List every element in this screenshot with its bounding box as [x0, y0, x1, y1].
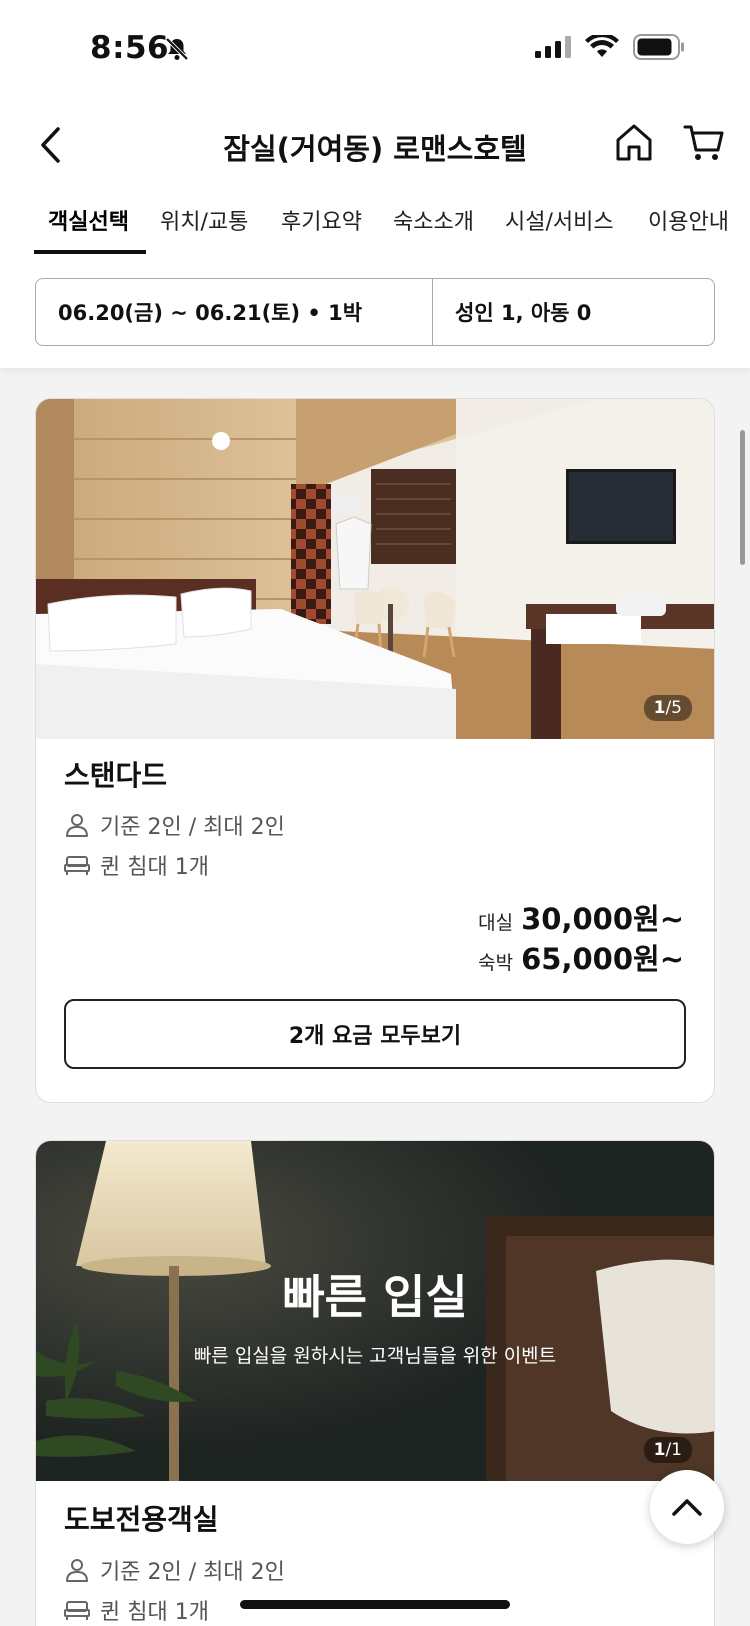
stay-price-row: 숙박 65,000원~ — [478, 936, 684, 978]
capacity-text: 기준 2인 / 최대 2인 — [100, 815, 285, 840]
tab-introduction[interactable]: 숙소소개 — [393, 204, 474, 236]
stay-label: 숙박 — [478, 952, 514, 974]
room-name: 도보전용객실 — [64, 1503, 219, 1536]
room-capacity: 기준 2인 / 최대 2인 — [64, 809, 285, 841]
tab-facilities[interactable]: 시설/서비스 — [505, 204, 614, 236]
event-subtitle: 빠른 입실을 원하시는 고객님들을 위한 이벤트 — [193, 1345, 557, 1367]
rental-price-row: 대실 30,000원~ — [478, 896, 684, 938]
guest-selector[interactable]: 성인 1, 아동 0 — [433, 279, 714, 345]
tab-usage-info[interactable]: 이용안내 — [648, 204, 729, 236]
room-capacity: 기준 2인 / 최대 2인 — [64, 1554, 285, 1586]
battery-icon — [633, 34, 684, 60]
image-counter: 1/5 — [643, 695, 692, 721]
date-selector[interactable]: 06.20(금) ~ 06.21(토) • 1박 — [36, 279, 433, 345]
view-all-rates-button[interactable]: 2개 요금 모두보기 — [64, 999, 686, 1069]
rental-price: 30,000원~ — [521, 902, 684, 936]
room-card: 빠른 입실 빠른 입실을 원하시는 고객님들을 위한 이벤트 1/1 도보전용객… — [35, 1140, 715, 1626]
person-icon — [66, 814, 88, 837]
event-title: 빠른 입실 — [282, 1270, 468, 1324]
bed-icon — [64, 856, 90, 875]
status-time: 8:56 — [90, 30, 170, 66]
bell-mute-icon — [165, 37, 189, 61]
capacity-text: 기준 2인 / 최대 2인 — [100, 1560, 285, 1585]
scroll-to-top-button[interactable] — [650, 1470, 724, 1544]
wifi-icon — [585, 35, 619, 57]
tab-location[interactable]: 위치/교통 — [160, 204, 248, 236]
room-photo-illustration — [36, 399, 714, 739]
active-tab-indicator — [34, 250, 146, 254]
home-button[interactable] — [612, 120, 656, 164]
bed-text: 퀸 침대 1개 — [100, 1600, 209, 1625]
room-card: 1/5 스탠다드 기준 2인 / 최대 2인 퀸 침대 1개 대실 30,000… — [35, 398, 715, 1103]
stay-price: 65,000원~ — [521, 942, 684, 976]
nav-bar: 잠실(거여동) 로맨스호텔 — [0, 100, 750, 190]
scrollbar[interactable] — [740, 430, 745, 565]
tab-review-summary[interactable]: 후기요약 — [281, 204, 362, 236]
rental-label: 대실 — [478, 912, 514, 934]
cart-button[interactable] — [682, 120, 726, 164]
cart-icon — [683, 125, 724, 160]
cellular-signal-icon — [535, 36, 571, 58]
bed-text: 퀸 침대 1개 — [100, 855, 209, 880]
room-name: 스탠다드 — [64, 759, 168, 792]
person-icon — [66, 1559, 88, 1582]
room-bed: 퀸 침대 1개 — [64, 849, 209, 881]
room-photo[interactable]: 1/5 — [36, 399, 714, 739]
tab-bar: 객실선택 위치/교통 후기요약 숙소소개 시설/서비스 이용안내 — [0, 190, 750, 256]
image-counter: 1/1 — [643, 1437, 692, 1463]
booking-filter: 06.20(금) ~ 06.21(토) • 1박 성인 1, 아동 0 — [35, 278, 715, 346]
chevron-left-icon — [41, 127, 60, 163]
filter-area: 06.20(금) ~ 06.21(토) • 1박 성인 1, 아동 0 — [0, 256, 750, 368]
page-title: 잠실(거여동) 로맨스호텔 — [223, 132, 527, 166]
room-bed: 퀸 침대 1개 — [64, 1594, 209, 1626]
chevron-up-icon — [672, 1499, 702, 1516]
status-bar: 8:56 — [0, 0, 750, 100]
home-icon — [616, 124, 652, 161]
event-banner[interactable]: 빠른 입실 빠른 입실을 원하시는 고객님들을 위한 이벤트 1/1 — [36, 1141, 714, 1481]
tab-room-select[interactable]: 객실선택 — [48, 204, 129, 236]
home-indicator — [240, 1600, 510, 1609]
bed-icon — [64, 1601, 90, 1620]
back-button[interactable] — [30, 122, 70, 168]
